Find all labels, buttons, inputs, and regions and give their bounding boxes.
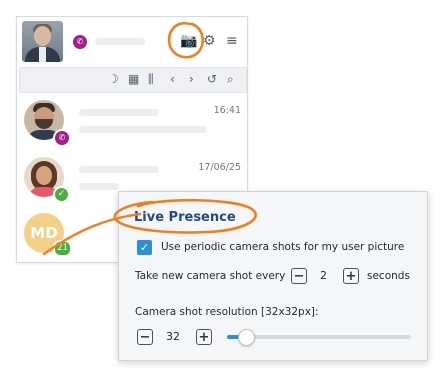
highlight-circle [167, 21, 205, 59]
interval-decrement-button[interactable]: − [291, 268, 307, 284]
history-icon[interactable]: ↺ [207, 72, 217, 86]
menu-icon[interactable]: ≡ [226, 34, 238, 48]
name-placeholder [95, 38, 145, 45]
resolution-label: Camera shot resolution [32x32px]: [135, 306, 319, 318]
message-placeholder [79, 183, 119, 190]
columns-icon[interactable]: ⫼ [148, 72, 154, 86]
message-placeholder [79, 126, 207, 133]
interval-increment-button[interactable]: + [343, 268, 359, 284]
smiley-clock-icon[interactable]: ☽ [108, 72, 119, 86]
highlight-swoosh [42, 198, 257, 256]
conversation-item[interactable]: ✆ 16:41 [17, 95, 247, 152]
resolution-increment-button[interactable]: + [196, 329, 212, 345]
resolution-slider[interactable] [227, 329, 411, 346]
phone-icon: ✆ [53, 129, 71, 147]
name-placeholder [79, 109, 159, 116]
panel-header: ✆ 📷 ⚙ ≡ [17, 17, 247, 66]
interval-value[interactable]: 2 [320, 269, 327, 282]
resolution-decrement-button[interactable]: − [137, 329, 153, 345]
timestamp: 16:41 [213, 105, 241, 116]
interval-unit: seconds [367, 270, 410, 282]
own-avatar[interactable] [22, 21, 63, 62]
slider-thumb[interactable] [238, 329, 256, 346]
chevron-right-icon[interactable]: › [189, 72, 194, 86]
phone-icon: ✆ [71, 33, 89, 51]
search-icon[interactable]: ⌕ [227, 72, 234, 86]
chevron-left-icon[interactable]: ‹ [170, 72, 175, 86]
conversation-toolbar: ☽ ▦ ⫼ ‹ › ↺ ⌕ [19, 67, 247, 93]
timestamp: 17/06/25 [198, 162, 241, 173]
calendar-icon[interactable]: ▦ [128, 72, 139, 86]
name-placeholder [79, 166, 159, 173]
interval-label: Take new camera shot every [135, 270, 286, 282]
resolution-value[interactable]: 32 [166, 330, 180, 343]
